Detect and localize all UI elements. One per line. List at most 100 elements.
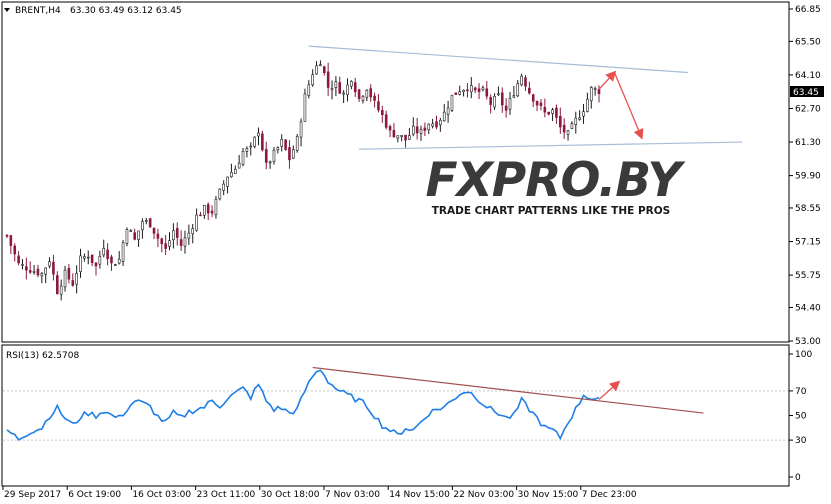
candle-body (458, 91, 462, 95)
candle-body (322, 66, 326, 74)
y-tick-label: 66.85 (795, 5, 821, 15)
candle-body (547, 111, 550, 115)
y-tick-label: 64.10 (795, 71, 821, 81)
candle (450, 94, 454, 113)
candle-body (292, 149, 295, 159)
candle-body (470, 85, 473, 93)
candle-body (117, 258, 121, 264)
y-tick-label: 58.55 (795, 204, 821, 214)
candle-body (477, 88, 481, 92)
candle-body (59, 285, 63, 295)
candle-body (315, 65, 318, 75)
candle-body (210, 210, 214, 214)
candle-body (79, 255, 82, 272)
candle-body (500, 92, 504, 106)
candle-body (129, 230, 133, 232)
y-tick-label: 53.00 (795, 337, 821, 347)
candle-body (83, 256, 86, 259)
candle-body (152, 227, 156, 234)
candle-body (307, 84, 311, 96)
candle-body (183, 237, 187, 247)
x-tick-label: 16 Oct 03:00 (132, 490, 191, 500)
candle-body (114, 264, 117, 266)
candle-body (342, 92, 345, 95)
candle-body (48, 261, 51, 267)
candle-body (148, 218, 152, 228)
candle-body (203, 205, 206, 216)
candle-body (504, 105, 508, 111)
candle-body (21, 264, 24, 266)
candle-body (40, 273, 44, 277)
candle-body (408, 135, 411, 140)
candle-body (284, 139, 287, 150)
candle-body (589, 87, 593, 102)
candle-body (586, 98, 589, 112)
last-price-tag: 63.45 (790, 86, 824, 98)
candle-body (187, 232, 191, 239)
candle (454, 92, 458, 95)
candle-body (133, 232, 136, 240)
symbol-label: BRENT,H4 (15, 6, 61, 16)
candle-body (361, 96, 365, 101)
candle-body (551, 109, 554, 114)
candle-body (137, 230, 140, 240)
candle-body (582, 111, 585, 117)
rsi-tick-label: 70 (795, 387, 807, 397)
candle-body (257, 132, 260, 137)
candle (303, 88, 307, 122)
x-tick-label: 30 Oct 18:00 (261, 490, 320, 500)
candle-body (90, 254, 94, 263)
candle-body (481, 87, 485, 91)
candle-body (179, 239, 183, 246)
rsi-header: RSI(13) 62.5708 (6, 351, 79, 361)
candle-body (206, 204, 210, 214)
candle-body (268, 161, 272, 164)
rsi-tick-label: 0 (795, 473, 801, 483)
candle-body (381, 110, 384, 116)
candle-body (75, 273, 78, 285)
candle-body (172, 230, 175, 240)
watermark: FXPRO.BY TRADE CHART PATTERNS LIKE THE P… (425, 153, 687, 217)
candle-body (539, 102, 543, 106)
x-tick-label: 22 Nov 03:00 (453, 490, 514, 500)
candle-body (94, 262, 98, 267)
candle-body (226, 176, 229, 187)
candle-body (280, 139, 284, 147)
candle-body (578, 117, 581, 120)
candle-body (326, 71, 330, 88)
candle-body (334, 81, 338, 88)
x-tick-label: 30 Nov 15:00 (518, 490, 579, 500)
ohlc-readout: 63.30 63.49 63.12 63.45 (70, 6, 182, 16)
x-tick-label: 23 Oct 11:00 (197, 490, 256, 500)
candle-body (295, 136, 299, 151)
candle-body (9, 235, 13, 246)
candle-body (485, 88, 489, 97)
candle-body (357, 89, 361, 99)
x-tick-label: 7 Nov 03:00 (325, 490, 380, 500)
candle-body (218, 188, 222, 200)
candle-body (261, 133, 264, 151)
candle-body (442, 111, 446, 122)
candle-body (330, 88, 334, 91)
candle-body (365, 89, 369, 98)
x-tick-label: 29 Sep 2017 (4, 490, 61, 500)
last-price-value: 63.45 (793, 88, 819, 98)
x-tick-label: 6 Oct 19:00 (68, 490, 121, 500)
watermark-tagline: TRADE CHART PATTERNS LIKE THE PROS (432, 205, 670, 217)
candle-body (191, 228, 195, 235)
candle-body (516, 83, 520, 97)
candle-body (353, 82, 357, 93)
rsi-tick-label: 50 (795, 412, 807, 422)
candle-body (276, 147, 280, 151)
candle-body (462, 89, 465, 93)
candle-body (241, 151, 245, 165)
candle-body (396, 135, 400, 139)
candle-body (98, 255, 102, 265)
candle-body (303, 93, 307, 122)
candle-body (311, 74, 314, 86)
y-tick-label: 59.90 (795, 172, 821, 182)
candle-body (450, 94, 454, 111)
candle-body (199, 214, 202, 217)
candle-body (508, 98, 512, 110)
candle-body (512, 95, 516, 98)
